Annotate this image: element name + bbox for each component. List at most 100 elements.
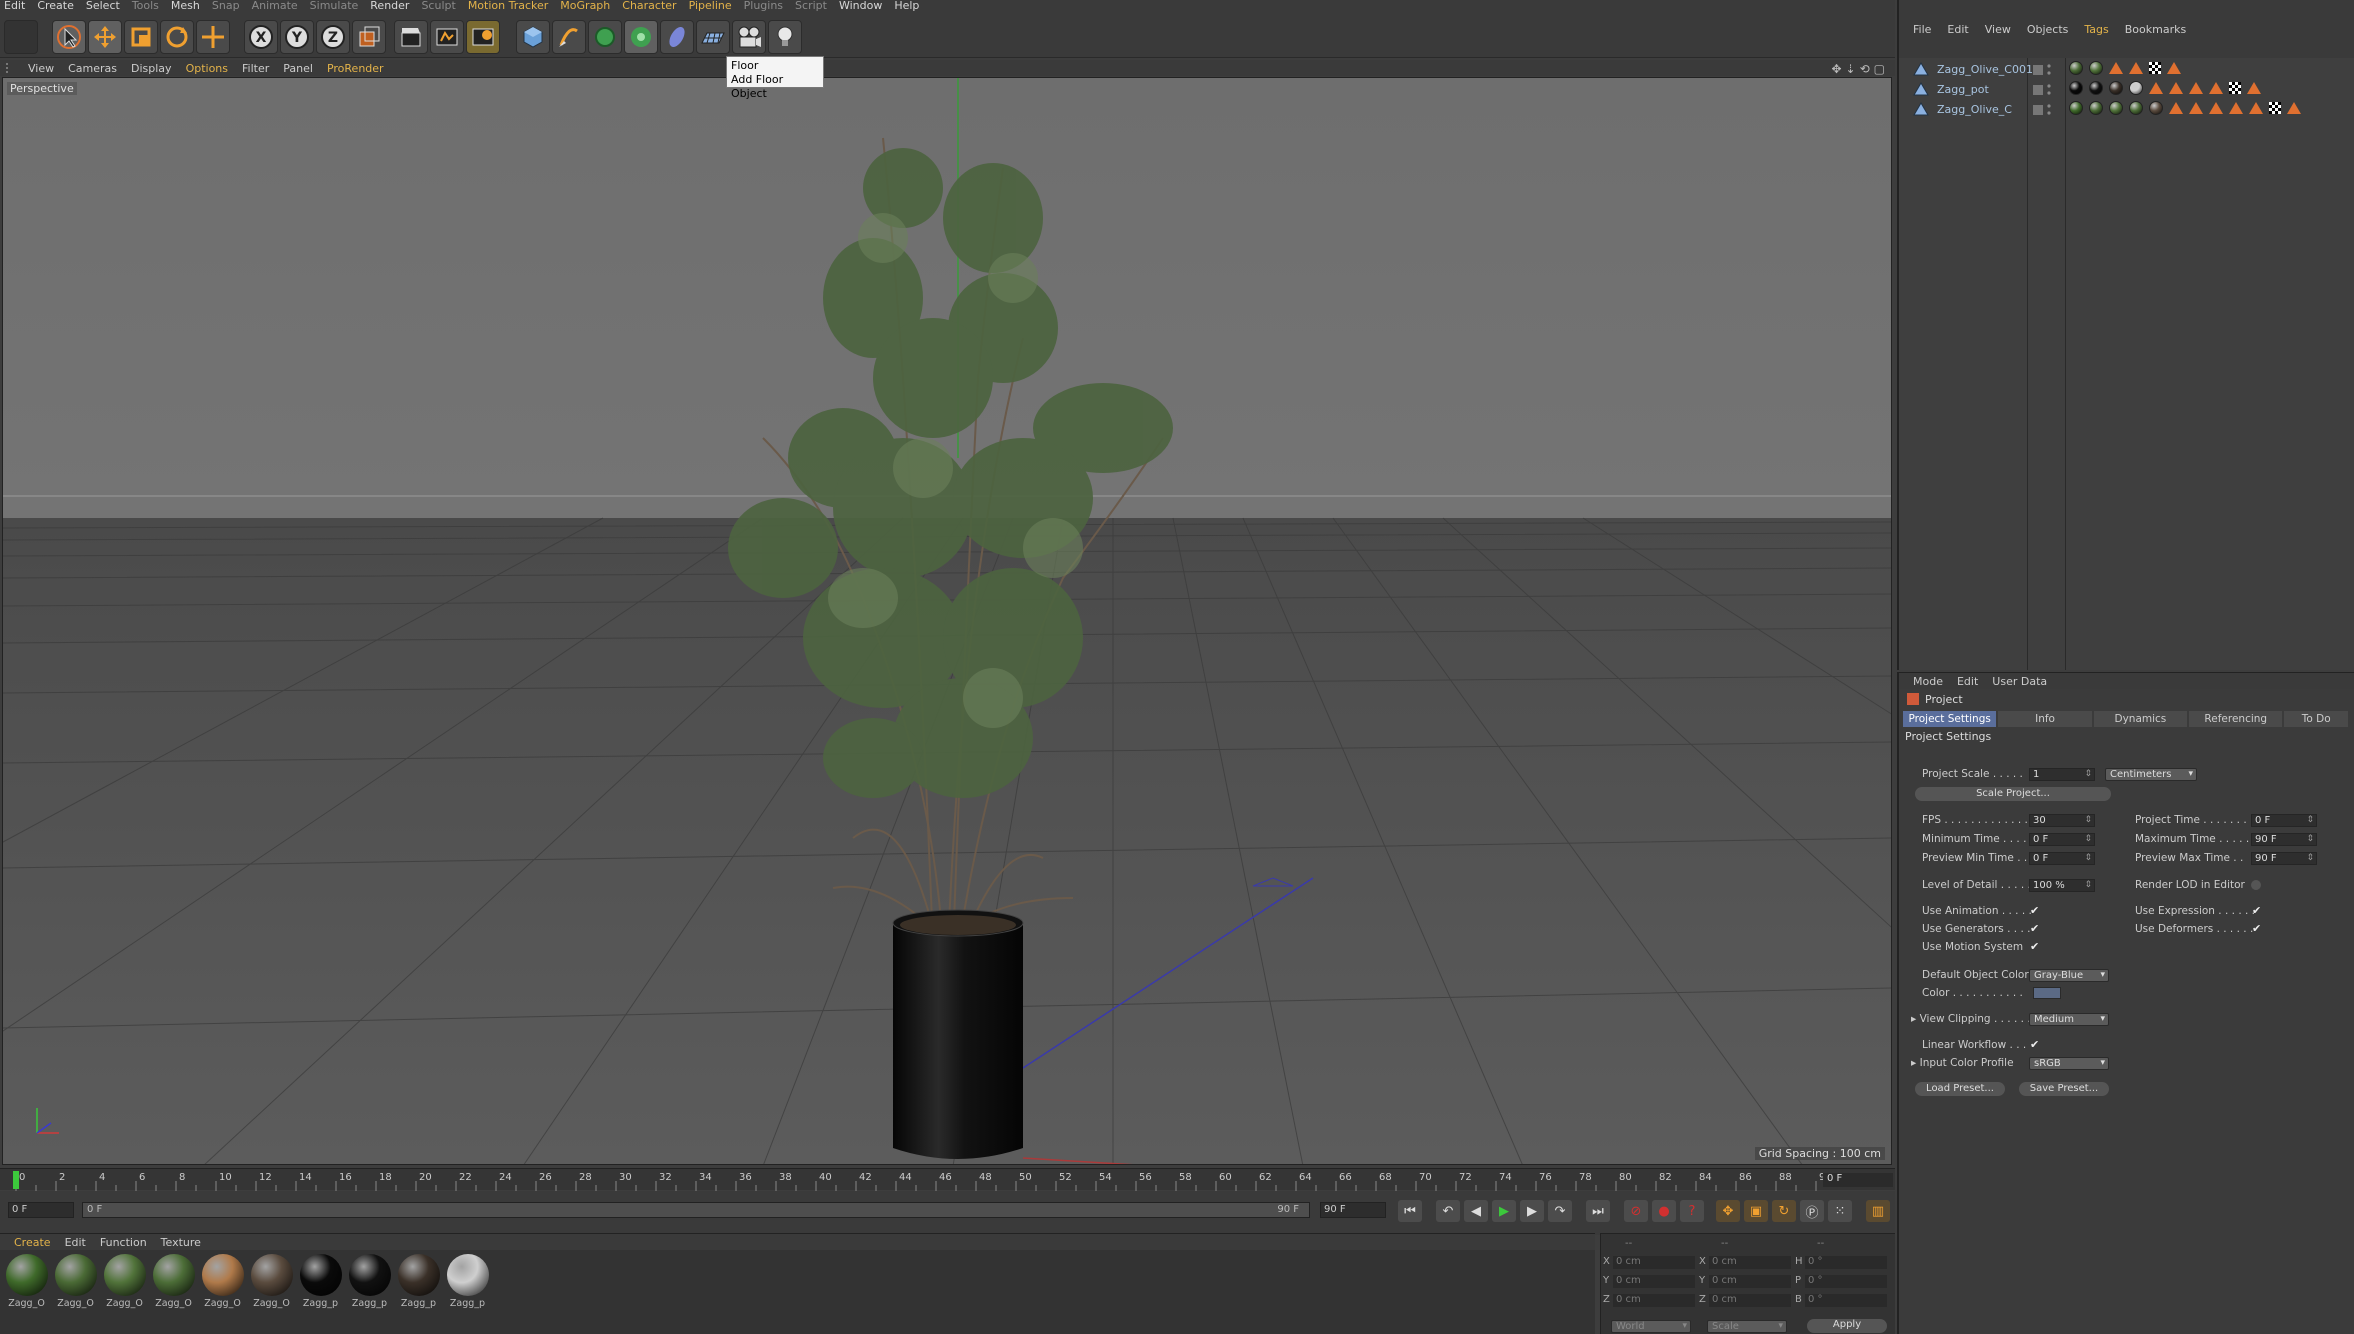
current-frame-field[interactable]: 0 F <box>1823 1173 1893 1187</box>
phong-tag-icon[interactable] <box>2189 102 2203 114</box>
phong-tag-icon[interactable] <box>2167 62 2181 74</box>
viewport-menu-panel[interactable]: Panel <box>283 62 313 75</box>
object-name[interactable]: Zagg_Olive_C <box>1937 103 2012 116</box>
render-picture-viewer-button[interactable] <box>430 20 464 54</box>
step-forward-button[interactable]: ▶ <box>1520 1200 1544 1222</box>
menu-create[interactable]: Create <box>33 0 82 12</box>
material-menu-function[interactable]: Function <box>100 1236 147 1249</box>
menu-pipeline[interactable]: Pipeline <box>685 0 740 12</box>
load-preset-button[interactable]: Load Preset... <box>1915 1082 2005 1096</box>
start-frame-field[interactable]: 0 F <box>8 1202 74 1218</box>
material-item[interactable]: Zagg_p <box>443 1254 492 1309</box>
render-settings-button[interactable] <box>466 20 500 54</box>
uvw-tag-icon[interactable] <box>2269 102 2281 114</box>
scale-tool-button[interactable] <box>124 20 158 54</box>
menu-render[interactable]: Render <box>366 0 417 12</box>
coord-mode-select[interactable]: World <box>1611 1320 1691 1333</box>
visibility-dots-icon[interactable] <box>2047 63 2051 77</box>
visibility-dots-icon[interactable] <box>2047 103 2051 117</box>
key-rotation-button[interactable]: ↻ <box>1772 1200 1796 1222</box>
material-tag-icon[interactable] <box>2109 81 2123 95</box>
material-tag-icon[interactable] <box>2129 81 2143 95</box>
phong-tag-icon[interactable] <box>2209 102 2223 114</box>
default-object-color-select[interactable]: Gray-Blue <box>2029 969 2109 982</box>
coord-value-field[interactable]: 0 cm <box>1613 1275 1695 1288</box>
menu-mograph[interactable]: MoGraph <box>556 0 618 12</box>
material-tag-icon[interactable] <box>2069 101 2083 115</box>
coord-value-field[interactable]: 0 cm <box>1613 1256 1695 1269</box>
layer-toggle-icon[interactable] <box>2033 85 2043 95</box>
menu-script[interactable]: Script <box>791 0 835 12</box>
key-position-button[interactable]: ✥ <box>1716 1200 1740 1222</box>
goto-end-button[interactable]: ⏭ <box>1586 1200 1610 1222</box>
pen-spline-button[interactable] <box>552 20 586 54</box>
menu-select[interactable]: Select <box>82 0 128 12</box>
input-color-profile-select[interactable]: sRGB <box>2029 1057 2109 1070</box>
use-animation-checkbox[interactable]: ✔ <box>2030 904 2039 917</box>
material-item[interactable]: Zagg_O <box>247 1254 296 1309</box>
view-clipping-select[interactable]: Medium <box>2029 1013 2109 1026</box>
material-item[interactable]: Zagg_O <box>149 1254 198 1309</box>
light-button[interactable] <box>768 20 802 54</box>
step-back-button[interactable]: ◀ <box>1464 1200 1488 1222</box>
goto-start-button[interactable]: ⏮ <box>1398 1200 1422 1222</box>
tab-project-settings[interactable]: Project Settings <box>1903 711 1997 727</box>
coord-value-field[interactable]: 0 ° <box>1805 1294 1887 1307</box>
record-keys-button[interactable]: ⊘ <box>1624 1200 1648 1222</box>
coord-size-mode-select[interactable]: Scale <box>1707 1320 1787 1333</box>
menu-tools[interactable]: Tools <box>128 0 167 12</box>
coord-value-field[interactable]: 0 ° <box>1805 1275 1887 1288</box>
select-tool-button[interactable] <box>52 20 86 54</box>
layer-toggle-icon[interactable] <box>2033 65 2043 75</box>
preview-range-slider[interactable]: 0 F 90 F <box>82 1202 1310 1218</box>
coord-value-field[interactable]: 0 cm <box>1709 1256 1791 1269</box>
menu-window[interactable]: Window <box>835 0 890 12</box>
autokey-button[interactable]: ● <box>1652 1200 1676 1222</box>
menu-sculpt[interactable]: Sculpt <box>417 0 463 12</box>
layer-toggle-icon[interactable] <box>2033 105 2043 115</box>
z-axis-lock-button[interactable]: Z <box>316 20 350 54</box>
om-menu-tags[interactable]: Tags <box>2084 23 2108 36</box>
viewport-menu-prorender[interactable]: ProRender <box>327 62 384 75</box>
key-scale-button[interactable]: ▣ <box>1744 1200 1768 1222</box>
om-menu-edit[interactable]: Edit <box>1947 23 1968 36</box>
linear-workflow-checkbox[interactable]: ✔ <box>2030 1038 2039 1051</box>
deformer-button[interactable] <box>660 20 694 54</box>
coordinate-system-button[interactable] <box>352 20 386 54</box>
key-parameter-button[interactable]: Ⓟ <box>1800 1200 1824 1222</box>
phong-tag-icon[interactable] <box>2249 102 2263 114</box>
playhead[interactable] <box>13 1171 19 1189</box>
key-pla-button[interactable]: ⁙ <box>1828 1200 1852 1222</box>
material-item[interactable]: Zagg_O <box>2 1254 51 1309</box>
material-item[interactable]: Zagg_O <box>198 1254 247 1309</box>
material-tag-icon[interactable] <box>2129 101 2143 115</box>
menu-motion-tracker[interactable]: Motion Tracker <box>464 0 556 12</box>
material-item[interactable]: Zagg_p <box>296 1254 345 1309</box>
live-selection-button[interactable] <box>196 20 230 54</box>
material-menu-edit[interactable]: Edit <box>65 1236 86 1249</box>
camera-button[interactable] <box>732 20 766 54</box>
phong-tag-icon[interactable] <box>2129 62 2143 74</box>
om-menu-view[interactable]: View <box>1985 23 2011 36</box>
menu-snap[interactable]: Snap <box>208 0 248 12</box>
visibility-dots-icon[interactable] <box>2047 83 2051 97</box>
phong-tag-icon[interactable] <box>2287 102 2301 114</box>
y-axis-lock-button[interactable]: Y <box>280 20 314 54</box>
minimum-time-field[interactable]: 0 F <box>2029 833 2095 846</box>
coord-value-field[interactable]: 0 cm <box>1709 1294 1791 1307</box>
scale-project-button[interactable]: Scale Project... <box>1915 787 2111 801</box>
use-expression-checkbox[interactable]: ✔ <box>2252 904 2261 917</box>
material-tag-icon[interactable] <box>2089 101 2103 115</box>
om-menu-objects[interactable]: Objects <box>2027 23 2069 36</box>
play-button[interactable]: ▶ <box>1492 1200 1516 1222</box>
end-frame-field[interactable]: 90 F <box>1320 1202 1386 1218</box>
object-name[interactable]: Zagg_Olive_C001 <box>1937 63 2033 76</box>
material-item[interactable]: Zagg_p <box>394 1254 443 1309</box>
coord-value-field[interactable]: 0 ° <box>1805 1256 1887 1269</box>
phong-tag-icon[interactable] <box>2209 82 2223 94</box>
material-menu-texture[interactable]: Texture <box>161 1236 201 1249</box>
phong-tag-icon[interactable] <box>2109 62 2123 74</box>
coord-value-field[interactable]: 0 cm <box>1709 1275 1791 1288</box>
menu-character[interactable]: Character <box>618 0 684 12</box>
apply-button[interactable]: Apply <box>1807 1319 1887 1333</box>
